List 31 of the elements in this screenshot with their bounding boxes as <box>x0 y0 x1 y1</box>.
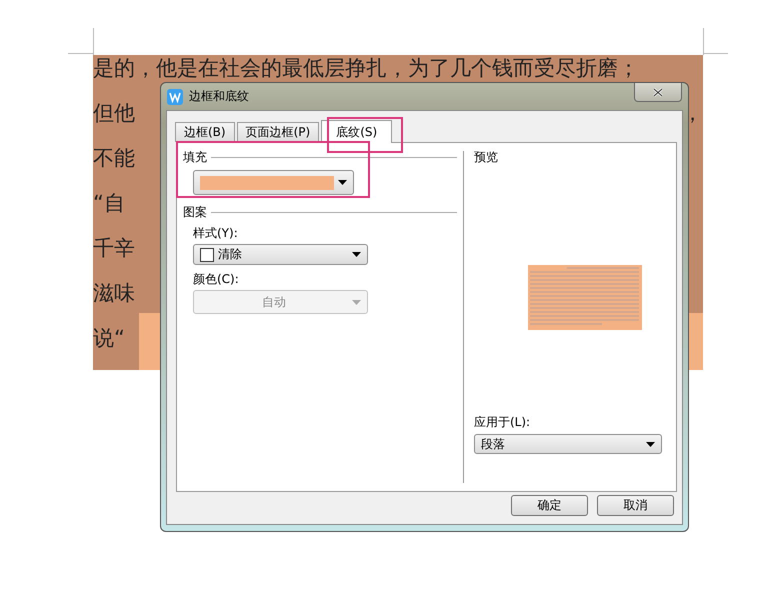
window-title: 边框和底纹 <box>189 88 249 105</box>
blank-square-icon <box>200 248 214 262</box>
field-label: 样式(Y): <box>193 225 239 242</box>
paragraph-text: 但他 <box>93 100 135 126</box>
group-label: 填充 <box>183 149 207 166</box>
dialog-button[interactable]: 确定 <box>511 495 588 516</box>
dropdown-caret-icon <box>338 180 347 185</box>
paragraph-text: 是的，他是在社会的最低层挣扎，为了几个钱而受尽折磨； <box>93 55 639 81</box>
paragraph-text: “自 <box>93 190 125 216</box>
fill-color-dropdown[interactable] <box>193 170 354 195</box>
tab[interactable]: 底纹(S) <box>321 120 392 143</box>
paragraph-text: 千辛 <box>93 235 135 261</box>
style-dropdown[interactable]: 清除 <box>193 244 368 265</box>
app-logo-icon <box>167 88 183 104</box>
dropdown-caret-icon <box>352 300 361 304</box>
tab[interactable]: 边框(B) <box>175 122 235 142</box>
dialog-button[interactable]: 取消 <box>597 495 674 516</box>
paragraph-text: 说“ <box>93 325 125 351</box>
close-button[interactable] <box>634 83 682 102</box>
field-label: 应用于(L): <box>474 414 532 431</box>
close-icon <box>653 88 663 96</box>
field-label: 颜色(C): <box>193 271 240 288</box>
apply-to-dropdown[interactable]: 段落 <box>474 434 662 454</box>
group-label: 图案 <box>183 204 207 221</box>
preview-label: 预览 <box>474 149 499 166</box>
dropdown-caret-icon <box>352 252 361 257</box>
paragraph-text: 不能 <box>93 145 135 171</box>
tab[interactable]: 页面边框(P) <box>236 122 320 142</box>
paragraph-text: ， <box>682 100 703 126</box>
paragraph-text: 滋味 <box>93 280 135 306</box>
dropdown-caret-icon <box>646 442 655 446</box>
